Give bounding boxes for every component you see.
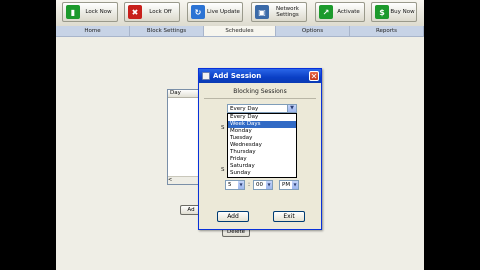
add-session-dialog: Add Session ✕ Blocking Sessions Every Da…: [198, 68, 322, 230]
activate-button[interactable]: ↗ Activate: [315, 2, 365, 22]
time-picker: 5 ▼ : 00 ▼ PM ▼: [225, 180, 305, 190]
day-select[interactable]: Every Day ▼: [227, 104, 297, 113]
option-friday[interactable]: Friday: [228, 156, 296, 163]
dialog-title-bar[interactable]: Add Session: [199, 69, 321, 83]
option-every-day[interactable]: Every Day: [228, 114, 296, 121]
network-settings-label: Network Settings: [276, 6, 299, 18]
ampm-value: PM: [282, 182, 291, 188]
option-sunday[interactable]: Sunday: [228, 170, 296, 177]
scroll-left-icon[interactable]: <: [168, 177, 172, 183]
ampm-select[interactable]: PM ▼: [279, 180, 299, 190]
option-tuesday[interactable]: Tuesday: [228, 135, 296, 142]
live-update-button[interactable]: ↻ Live Update: [187, 2, 243, 22]
time-separator: :: [248, 181, 251, 188]
lock-off-icon: ✖: [128, 5, 142, 19]
chevron-down-icon[interactable]: ▼: [266, 181, 272, 189]
chevron-down-icon[interactable]: ▼: [287, 105, 296, 112]
cart-icon: $: [375, 5, 389, 19]
lock-off-label: Lock Off: [149, 9, 172, 15]
network-settings-button[interactable]: ▣ Network Settings: [251, 2, 307, 22]
activate-icon: ↗: [319, 5, 333, 19]
app-window: ▮ Lock Now ✖ Lock Off ↻ Live Update ▣ Ne…: [56, 0, 424, 270]
toolbar: ▮ Lock Now ✖ Lock Off ↻ Live Update ▣ Ne…: [56, 0, 424, 26]
tab-reports[interactable]: Reports: [350, 26, 424, 36]
group-title: Blocking Sessions: [204, 86, 316, 99]
option-week-days[interactable]: Week Days: [228, 121, 296, 128]
lock-now-button[interactable]: ▮ Lock Now: [62, 2, 118, 22]
live-update-label: Live Update: [207, 9, 240, 15]
tab-options[interactable]: Options: [276, 26, 350, 36]
tab-schedules[interactable]: Schedules: [204, 26, 276, 36]
hour-select[interactable]: 5 ▼: [225, 180, 245, 190]
tab-bar: Home Block Settings Schedules Options Re…: [56, 26, 424, 36]
live-update-icon: ↻: [191, 5, 205, 19]
close-icon[interactable]: ✕: [309, 71, 319, 81]
window-icon: [202, 72, 210, 80]
option-thursday[interactable]: Thursday: [228, 149, 296, 156]
tab-block-settings[interactable]: Block Settings: [130, 26, 204, 36]
option-saturday[interactable]: Saturday: [228, 163, 296, 170]
chevron-down-icon[interactable]: ▼: [238, 181, 244, 189]
hour-value: 5: [228, 182, 232, 188]
lock-now-icon: ▮: [66, 5, 80, 19]
tab-home[interactable]: Home: [56, 26, 130, 36]
day-dropdown-list: Every Day Week Days Monday Tuesday Wedne…: [227, 113, 297, 178]
start-label: S: [221, 125, 225, 131]
minute-value: 00: [256, 182, 263, 188]
minute-select[interactable]: 00 ▼: [253, 180, 273, 190]
network-icon: ▣: [255, 5, 269, 19]
add-button[interactable]: Add: [217, 211, 249, 222]
day-select-value: Every Day: [230, 106, 259, 112]
buy-now-button[interactable]: $ Buy Now: [371, 2, 417, 22]
option-monday[interactable]: Monday: [228, 128, 296, 135]
lock-off-button[interactable]: ✖ Lock Off: [124, 2, 180, 22]
lock-now-label: Lock Now: [85, 9, 112, 15]
buy-now-label: Buy Now: [390, 9, 415, 15]
dialog-title: Add Session: [213, 72, 262, 80]
option-wednesday[interactable]: Wednesday: [228, 142, 296, 149]
activate-label: Activate: [337, 9, 360, 15]
exit-button[interactable]: Exit: [273, 211, 305, 222]
chevron-down-icon[interactable]: ▼: [292, 181, 298, 189]
stop-label: S: [221, 167, 225, 173]
